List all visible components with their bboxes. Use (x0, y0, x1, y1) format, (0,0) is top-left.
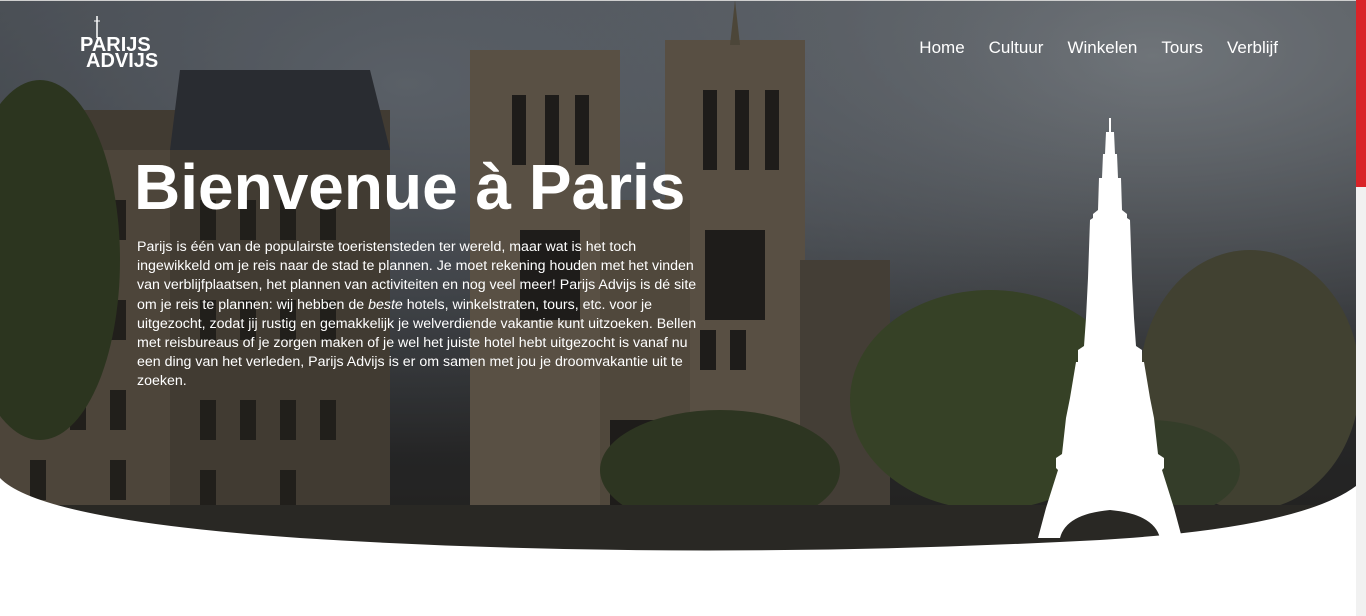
nav-item-winkelen[interactable]: Winkelen (1067, 38, 1137, 58)
top-border (0, 0, 1356, 1)
scrollbar[interactable] (1356, 0, 1366, 616)
eiffel-tower-icon (1038, 118, 1182, 538)
nav-item-cultuur[interactable]: Cultuur (989, 38, 1044, 58)
nav-item-home[interactable]: Home (919, 38, 964, 58)
scrollbar-thumb[interactable] (1356, 0, 1366, 187)
intro-emphasis: beste (368, 296, 403, 313)
site-logo[interactable]: PARIJS ADVIJS (80, 16, 172, 74)
page-title: Bienvenue à Paris (134, 151, 686, 223)
nav-item-verblijf[interactable]: Verblijf (1227, 38, 1278, 58)
nav-item-tours[interactable]: Tours (1161, 38, 1203, 58)
main-navigation: Home Cultuur Winkelen Tours Verblijf (919, 38, 1278, 58)
logo-line-2: ADVIJS (86, 50, 159, 72)
intro-paragraph: Parijs is één van de populairste toerist… (137, 238, 697, 392)
